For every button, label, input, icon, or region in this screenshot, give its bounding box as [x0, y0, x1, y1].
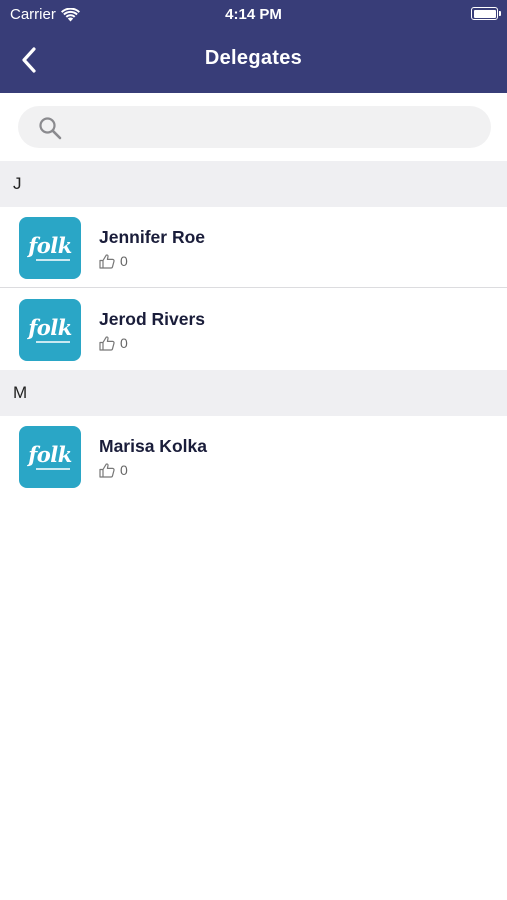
battery-fill [473, 9, 496, 18]
battery-icon [471, 7, 501, 20]
avatar: folk [19, 426, 81, 488]
likes-count-group: 0 [99, 253, 128, 269]
avatar: folk [19, 217, 81, 279]
likes-count-group: 0 [99, 462, 128, 478]
section-header-j: J [0, 161, 507, 207]
delegate-row[interactable]: folk Marisa Kolka 0 [0, 416, 507, 497]
thumbs-up-icon [99, 335, 115, 351]
thumbs-up-icon [99, 462, 115, 478]
thumbs-up-icon [99, 253, 115, 269]
delegate-row[interactable]: folk Jennifer Roe 0 [0, 207, 507, 288]
logo-tagline-line [36, 258, 70, 261]
page-title: Delegates [204, 47, 303, 69]
search-field[interactable] [18, 106, 491, 148]
search-input[interactable] [74, 106, 474, 148]
battery-tip [499, 11, 501, 16]
avatar: folk [19, 299, 81, 361]
logo-tagline-line [36, 467, 70, 470]
delegate-row[interactable]: folk Jerod Rivers 0 [0, 289, 507, 370]
folk-logo: folk [28, 232, 72, 258]
likes-count: 0 [120, 462, 128, 478]
logo-tagline-line [36, 340, 70, 343]
status-bar: Carrier 4:14 PM [0, 0, 507, 28]
likes-count-group: 0 [99, 335, 128, 351]
likes-count: 0 [120, 335, 128, 351]
status-time: 4:14 PM [225, 6, 282, 23]
folk-logo: folk [28, 441, 72, 467]
delegate-name: Jennifer Roe [99, 227, 205, 247]
section-header-m: M [0, 370, 507, 416]
delegate-name: Jerod Rivers [99, 309, 206, 329]
nav-header: Carrier 4:14 PM Delegates [0, 0, 507, 93]
row-divider [0, 287, 507, 288]
likes-count: 0 [120, 253, 128, 269]
search-bar-container [0, 93, 507, 161]
search-icon [39, 117, 62, 140]
folk-logo: folk [28, 314, 72, 340]
delegate-name: Marisa Kolka [99, 436, 207, 456]
